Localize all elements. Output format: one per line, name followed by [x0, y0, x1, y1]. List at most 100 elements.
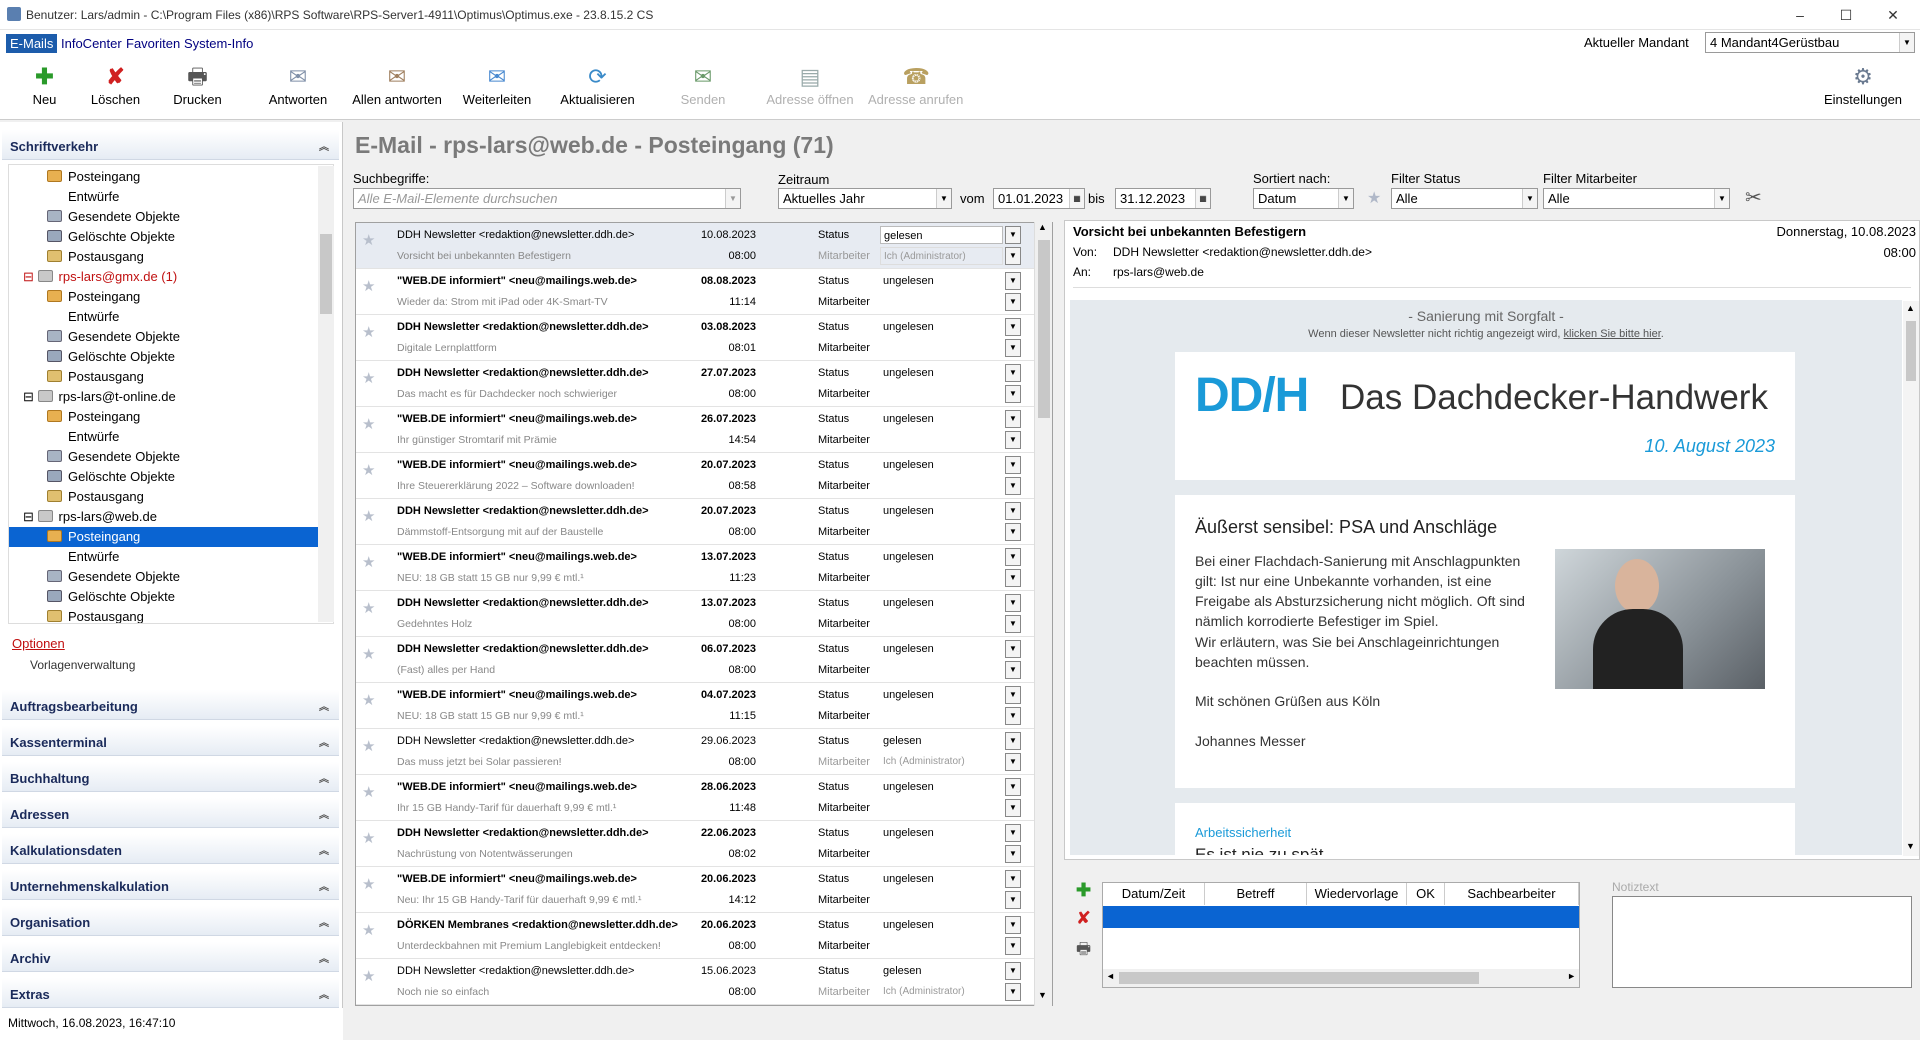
mandant-select[interactable]: 4 Mandant4Gerüstbau ▼: [1705, 32, 1915, 53]
mitarbeiter-dropdown-icon[interactable]: ▼: [1005, 339, 1021, 357]
star-icon[interactable]: ★: [362, 599, 375, 617]
scroll-right-icon[interactable]: ►: [1567, 971, 1576, 981]
print-followup-icon[interactable]: 🖶: [1076, 938, 1091, 965]
optionen-link[interactable]: Optionen: [12, 636, 65, 651]
mitarbeiter-value[interactable]: [880, 385, 1003, 403]
open-address-button[interactable]: ▤ Adresse öffnen: [765, 56, 855, 120]
status-value[interactable]: ungelesen: [880, 778, 1003, 796]
star-icon[interactable]: ★: [362, 875, 375, 893]
star-filter-icon[interactable]: ★: [1367, 188, 1381, 208]
status-dropdown-icon[interactable]: ▼: [1005, 824, 1021, 842]
mail-row[interactable]: ★ DDH Newsletter <redaktion@newsletter.dd…: [356, 821, 1036, 867]
mitarbeiter-value[interactable]: Ich (Administrator): [880, 247, 1003, 265]
status-dropdown-icon[interactable]: ▼: [1005, 364, 1021, 382]
mail-row[interactable]: ★ "WEB.DE informiert" <neu@mailings.web.d…: [356, 545, 1036, 591]
star-icon[interactable]: ★: [362, 645, 375, 663]
mail-list-scrollbar[interactable]: ▲ ▼: [1034, 222, 1052, 1006]
section-schriftverkehr[interactable]: Schriftverkehr ︽: [2, 130, 339, 160]
mail-row[interactable]: ★ "WEB.DE informiert" <neu@mailings.web.d…: [356, 269, 1036, 315]
print-button[interactable]: 🖶 Drucken: [170, 56, 225, 120]
tree-folder[interactable]: Gelöschte Objekte: [9, 587, 327, 607]
minimize-button[interactable]: –: [1777, 0, 1823, 30]
mail-row[interactable]: ★ DDH Newsletter <redaktion@newsletter.dd…: [356, 959, 1036, 1005]
tree-folder[interactable]: Postausgang: [9, 607, 327, 623]
status-value[interactable]: ungelesen: [880, 364, 1003, 382]
search-input[interactable]: Alle E-Mail-Elemente durchsuchen ▼: [353, 188, 741, 209]
forward-button[interactable]: ✉ Weiterleiten: [462, 56, 532, 120]
settings-button[interactable]: ⚙ Einstellungen: [1822, 56, 1904, 120]
status-dropdown-icon[interactable]: ▼: [1005, 502, 1021, 520]
mitarbeiter-value[interactable]: Ich (Administrator): [880, 983, 1003, 1001]
send-button[interactable]: ✉ Senden: [678, 56, 728, 120]
mitarbeiter-dropdown-icon[interactable]: ▼: [1005, 569, 1021, 587]
status-value[interactable]: ungelesen: [880, 824, 1003, 842]
mail-row[interactable]: ★ DDH Newsletter <redaktion@newsletter.dd…: [356, 315, 1036, 361]
section-kassenterminal[interactable]: Kassenterminal ︽: [2, 726, 339, 756]
tree-folder[interactable]: Gelöschte Objekte: [9, 467, 327, 487]
mitarbeiter-value[interactable]: [880, 339, 1003, 357]
tree-folder[interactable]: Gesendete Objekte: [9, 207, 327, 227]
tree-folder[interactable]: Entwürfe: [9, 187, 327, 207]
add-followup-icon[interactable]: ✚: [1076, 880, 1091, 901]
menu-favoriten[interactable]: Favoriten: [126, 36, 180, 51]
zeitraum-select[interactable]: Aktuelles Jahr ▼: [778, 188, 952, 209]
status-dropdown-icon[interactable]: ▼: [1005, 226, 1021, 244]
mitarbeiter-dropdown-icon[interactable]: ▼: [1005, 891, 1021, 909]
tree-account[interactable]: ⊟ rps-lars@web.de: [9, 507, 327, 527]
scroll-down-icon[interactable]: ▼: [1906, 841, 1915, 851]
star-icon[interactable]: ★: [362, 415, 375, 433]
section-kalkulationsdaten[interactable]: Kalkulationsdaten ︽: [2, 834, 339, 864]
section-archiv[interactable]: Archiv ︽: [2, 942, 339, 972]
scroll-thumb[interactable]: [1119, 972, 1479, 984]
mitarbeiter-value[interactable]: Ich (Administrator): [880, 753, 1003, 771]
mail-row[interactable]: ★ DDH Newsletter <redaktion@newsletter.dd…: [356, 499, 1036, 545]
menu-emails[interactable]: E-Mails: [6, 34, 58, 53]
mitarbeiter-value[interactable]: [880, 891, 1003, 909]
tree-folder[interactable]: Gelöschte Objekte: [9, 227, 327, 247]
followup-hscrollbar[interactable]: ◄ ►: [1103, 969, 1579, 987]
maximize-button[interactable]: ☐: [1823, 0, 1869, 30]
mitarbeiter-dropdown-icon[interactable]: ▼: [1005, 937, 1021, 955]
mitarbeiter-dropdown-icon[interactable]: ▼: [1005, 615, 1021, 633]
status-value[interactable]: ungelesen: [880, 456, 1003, 474]
delete-button[interactable]: ✘ Löschen: [88, 56, 143, 120]
star-icon[interactable]: ★: [362, 691, 375, 709]
close-button[interactable]: ✕: [1870, 0, 1916, 30]
status-dropdown-icon[interactable]: ▼: [1005, 456, 1021, 474]
mitarbeiter-dropdown-icon[interactable]: ▼: [1005, 753, 1021, 771]
tree-folder[interactable]: Gesendete Objekte: [9, 327, 327, 347]
date-to-input[interactable]: 31.12.2023 ▦: [1115, 188, 1211, 209]
filter-mitarbeiter-select[interactable]: Alle ▼: [1543, 188, 1730, 209]
filter-status-select[interactable]: Alle ▼: [1391, 188, 1538, 209]
status-dropdown-icon[interactable]: ▼: [1005, 778, 1021, 796]
clear-filter-icon[interactable]: ✂: [1745, 185, 1762, 210]
section-auftragsbearbeitung[interactable]: Auftragsbearbeitung ︽: [2, 690, 339, 720]
tree-folder[interactable]: Entwürfe: [9, 427, 327, 447]
status-dropdown-icon[interactable]: ▼: [1005, 640, 1021, 658]
mitarbeiter-value[interactable]: [880, 615, 1003, 633]
status-value[interactable]: ungelesen: [880, 640, 1003, 658]
mail-row[interactable]: ★ "WEB.DE informiert" <neu@mailings.web.d…: [356, 407, 1036, 453]
status-value[interactable]: ungelesen: [880, 318, 1003, 336]
star-icon[interactable]: ★: [362, 277, 375, 295]
star-icon[interactable]: ★: [362, 829, 375, 847]
mitarbeiter-value[interactable]: [880, 477, 1003, 495]
status-value[interactable]: ungelesen: [880, 686, 1003, 704]
scroll-thumb[interactable]: [320, 234, 332, 314]
mitarbeiter-value[interactable]: [880, 937, 1003, 955]
status-dropdown-icon[interactable]: ▼: [1005, 272, 1021, 290]
followup-col-header[interactable]: OK: [1407, 883, 1445, 905]
status-value[interactable]: ungelesen: [880, 410, 1003, 428]
mitarbeiter-dropdown-icon[interactable]: ▼: [1005, 247, 1021, 265]
scroll-up-icon[interactable]: ▲: [1906, 303, 1915, 313]
mitarbeiter-value[interactable]: [880, 293, 1003, 311]
star-icon[interactable]: ★: [362, 507, 375, 525]
notiz-textarea[interactable]: [1612, 896, 1912, 988]
scroll-left-icon[interactable]: ◄: [1106, 971, 1115, 981]
refresh-button[interactable]: ⟳ Aktualisieren: [560, 56, 635, 120]
star-icon[interactable]: ★: [362, 553, 375, 571]
mitarbeiter-dropdown-icon[interactable]: ▼: [1005, 799, 1021, 817]
status-value[interactable]: ungelesen: [880, 502, 1003, 520]
star-icon[interactable]: ★: [362, 369, 375, 387]
status-value[interactable]: gelesen: [880, 962, 1003, 980]
